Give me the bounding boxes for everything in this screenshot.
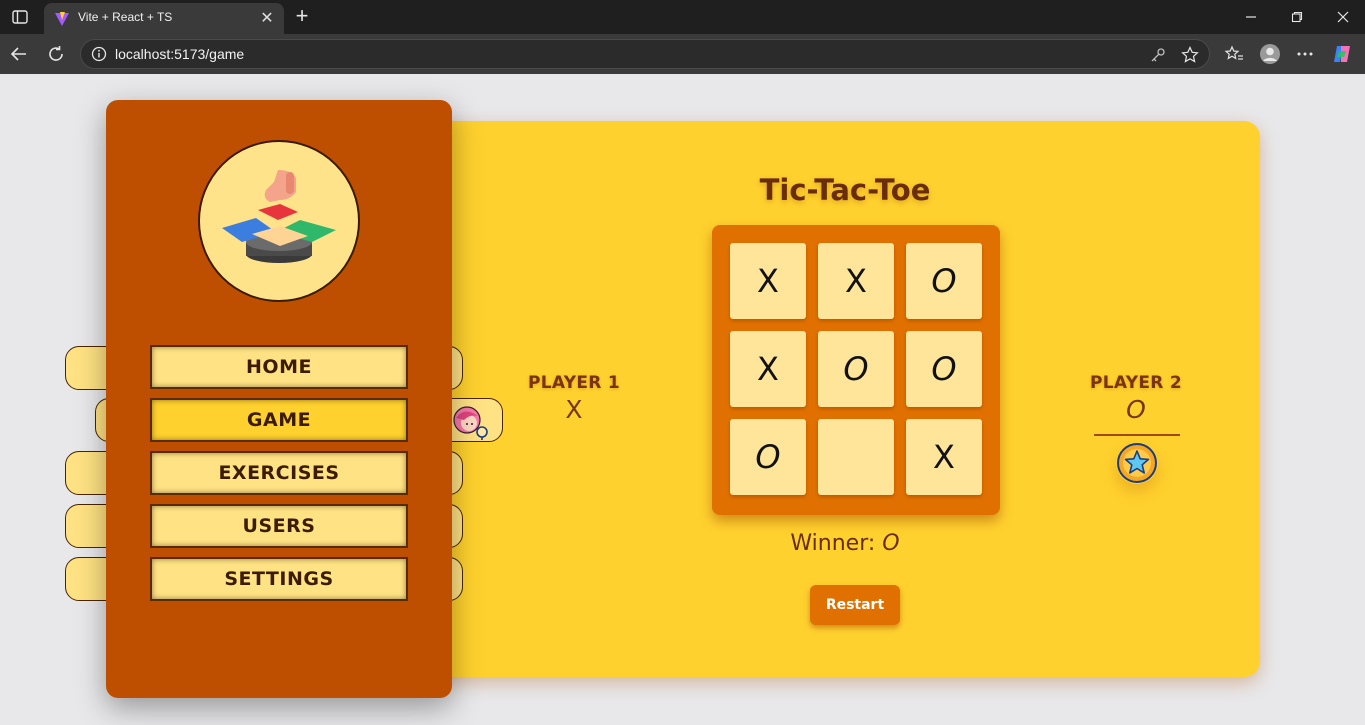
new-tab-button[interactable]: +	[290, 5, 314, 29]
board-cell-4[interactable]: X	[730, 331, 806, 407]
minimize-icon[interactable]	[1240, 6, 1262, 28]
board-cell-7[interactable]: O	[730, 419, 806, 495]
game-board: X X O X O O O X	[712, 225, 1000, 515]
url-text: localhost:5173/game	[115, 46, 245, 62]
tab-title: Vite + React + TS	[78, 10, 173, 24]
winner-text: Winner: O	[430, 531, 1260, 556]
profile-avatar-icon[interactable]	[1259, 43, 1281, 65]
nav-home-button[interactable]: HOME	[150, 345, 408, 389]
browser-toolbar: localhost:5173/game	[0, 34, 1365, 74]
close-window-icon[interactable]	[1332, 6, 1354, 28]
restart-button[interactable]: Restart	[810, 585, 900, 625]
game-title: Tic-Tac-Toe	[759, 173, 931, 207]
player-2-panel: PLAYER 2 O	[1076, 373, 1196, 424]
star-icon	[1116, 442, 1158, 484]
game-card: Tic-Tac-Toe PLAYER 1 X X X O X O O O X P…	[430, 121, 1260, 677]
player-2-mark: O	[1126, 395, 1146, 424]
winner-label: Winner:	[790, 531, 876, 556]
vite-logo-icon	[54, 11, 70, 27]
sidebar-toggle-icon[interactable]	[8, 6, 32, 28]
address-bar[interactable]: localhost:5173/game	[80, 39, 1210, 69]
player-1-label: PLAYER 1	[528, 373, 620, 393]
board-cell-5[interactable]: O	[818, 331, 894, 407]
tab-close-icon[interactable]: ✕	[258, 9, 276, 27]
nav-users-button[interactable]: USERS	[150, 504, 408, 548]
key-icon[interactable]	[1149, 46, 1167, 64]
board-cell-2[interactable]: X	[818, 243, 894, 319]
browser-tab-bar: Vite + React + TS ✕ +	[0, 0, 1365, 34]
player-2-underline	[1094, 434, 1180, 436]
restore-icon[interactable]	[1286, 6, 1308, 28]
board-cell-8[interactable]	[818, 419, 894, 495]
favorites-icon[interactable]	[1223, 43, 1245, 65]
nav-game-button[interactable]: GAME	[150, 398, 408, 442]
player-1-mark: X	[565, 395, 583, 424]
site-info-icon[interactable]	[91, 46, 107, 62]
player-2-label: PLAYER 2	[1090, 373, 1182, 393]
puzzle-hand-icon	[198, 140, 360, 302]
avatar-icon	[452, 402, 488, 440]
winner-value: O	[882, 531, 900, 556]
reload-icon[interactable]	[45, 43, 67, 65]
player-1-panel: PLAYER 1 X	[514, 373, 634, 424]
sidebar: HOME GAME EXERCISES USERS SETTINGS	[106, 100, 452, 698]
board-cell-6[interactable]: O	[906, 331, 982, 407]
copilot-icon[interactable]	[1331, 43, 1353, 65]
nav-exercises-button[interactable]: EXERCISES	[150, 451, 408, 495]
board-cell-3[interactable]: O	[906, 243, 982, 319]
more-options-icon[interactable]	[1294, 43, 1316, 65]
favorite-star-icon[interactable]	[1181, 46, 1199, 64]
browser-tab[interactable]: Vite + React + TS ✕	[44, 3, 284, 34]
back-arrow-icon[interactable]	[8, 43, 30, 65]
board-cell-9[interactable]: X	[906, 419, 982, 495]
board-cell-1[interactable]: X	[730, 243, 806, 319]
nav-settings-button[interactable]: SETTINGS	[150, 557, 408, 601]
